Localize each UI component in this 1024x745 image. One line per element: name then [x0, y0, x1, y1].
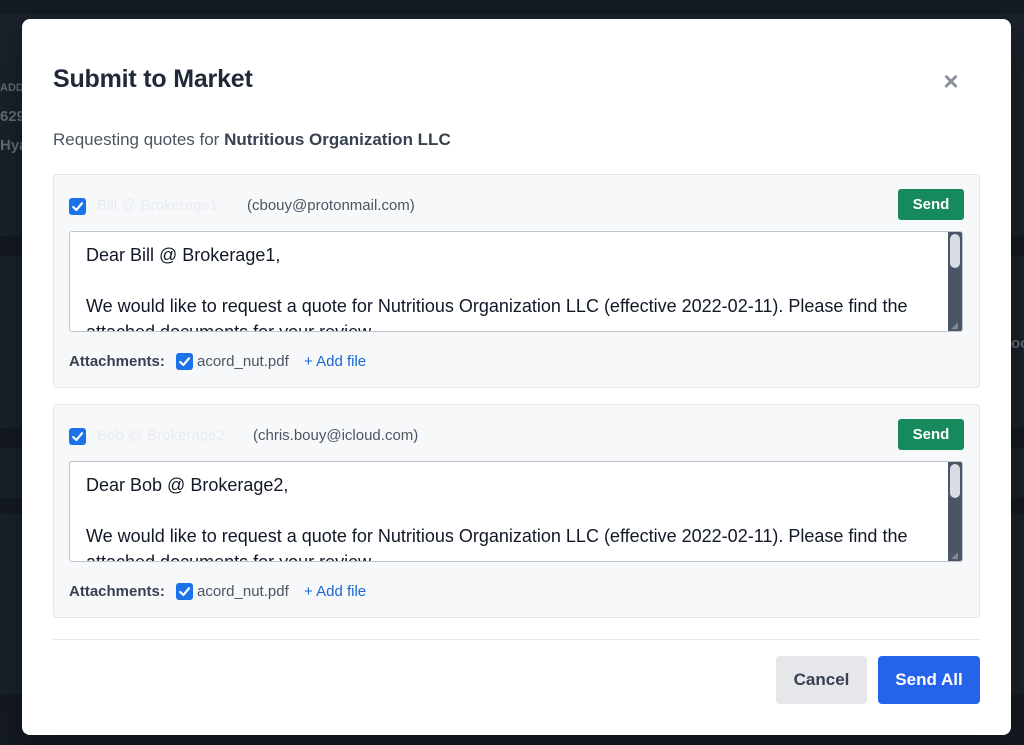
message-textarea[interactable]: Dear Bob @ Brokerage2, We would like to … — [69, 461, 963, 562]
attachment-filename: acord_nut.pdf — [197, 583, 289, 600]
check-icon — [179, 357, 191, 367]
check-icon — [179, 587, 191, 597]
cancel-button[interactable]: Cancel — [776, 656, 867, 704]
recipient-checkbox[interactable] — [69, 428, 86, 445]
dialog-title: Submit to Market — [53, 65, 253, 93]
close-icon[interactable]: × — [937, 66, 965, 96]
recipient-card: Bill @ Brokerage1 (cbouy@protonmail.com)… — [53, 174, 980, 388]
recipient-name: Bob @ Brokerage2 — [97, 427, 225, 444]
attachment-checkbox[interactable] — [176, 583, 193, 600]
add-file-link[interactable]: + Add file — [304, 583, 366, 600]
resize-grip-icon[interactable]: ◢ — [951, 551, 960, 560]
subtitle-prefix: Requesting quotes for — [53, 130, 225, 149]
message-textarea[interactable]: Dear Bill @ Brokerage1, We would like to… — [69, 231, 963, 332]
recipient-name: Bill @ Brokerage1 — [97, 197, 219, 214]
add-file-link[interactable]: + Add file — [304, 353, 366, 370]
attachment-checkbox[interactable] — [176, 353, 193, 370]
textarea-scrollbar[interactable] — [948, 232, 962, 331]
submit-to-market-dialog: Submit to Market × Requesting quotes for… — [22, 19, 1011, 735]
textarea-scrollbar[interactable] — [948, 462, 962, 561]
attachments-label: Attachments: — [69, 583, 165, 600]
attachment-filename: acord_nut.pdf — [197, 353, 289, 370]
check-icon — [72, 202, 84, 212]
footer-divider — [53, 639, 980, 640]
recipient-email: (cbouy@protonmail.com) — [247, 197, 415, 214]
message-text: Dear Bob @ Brokerage2, We would like to … — [86, 475, 908, 562]
recipient-checkbox[interactable] — [69, 198, 86, 215]
recipient-email: (chris.bouy@icloud.com) — [253, 427, 419, 444]
resize-grip-icon[interactable]: ◢ — [951, 321, 960, 330]
attachments-label: Attachments: — [69, 353, 165, 370]
company-name: Nutritious Organization LLC — [224, 130, 451, 149]
send-all-button[interactable]: Send All — [878, 656, 980, 704]
message-text: Dear Bill @ Brokerage1, We would like to… — [86, 245, 908, 332]
check-icon — [72, 432, 84, 442]
scroll-thumb[interactable] — [950, 464, 960, 498]
recipient-card: Bob @ Brokerage2 (chris.bouy@icloud.com)… — [53, 404, 980, 618]
send-button[interactable]: Send — [898, 419, 964, 450]
send-button[interactable]: Send — [898, 189, 964, 220]
scroll-thumb[interactable] — [950, 234, 960, 268]
dialog-subtitle: Requesting quotes for Nutritious Organiz… — [53, 130, 451, 150]
